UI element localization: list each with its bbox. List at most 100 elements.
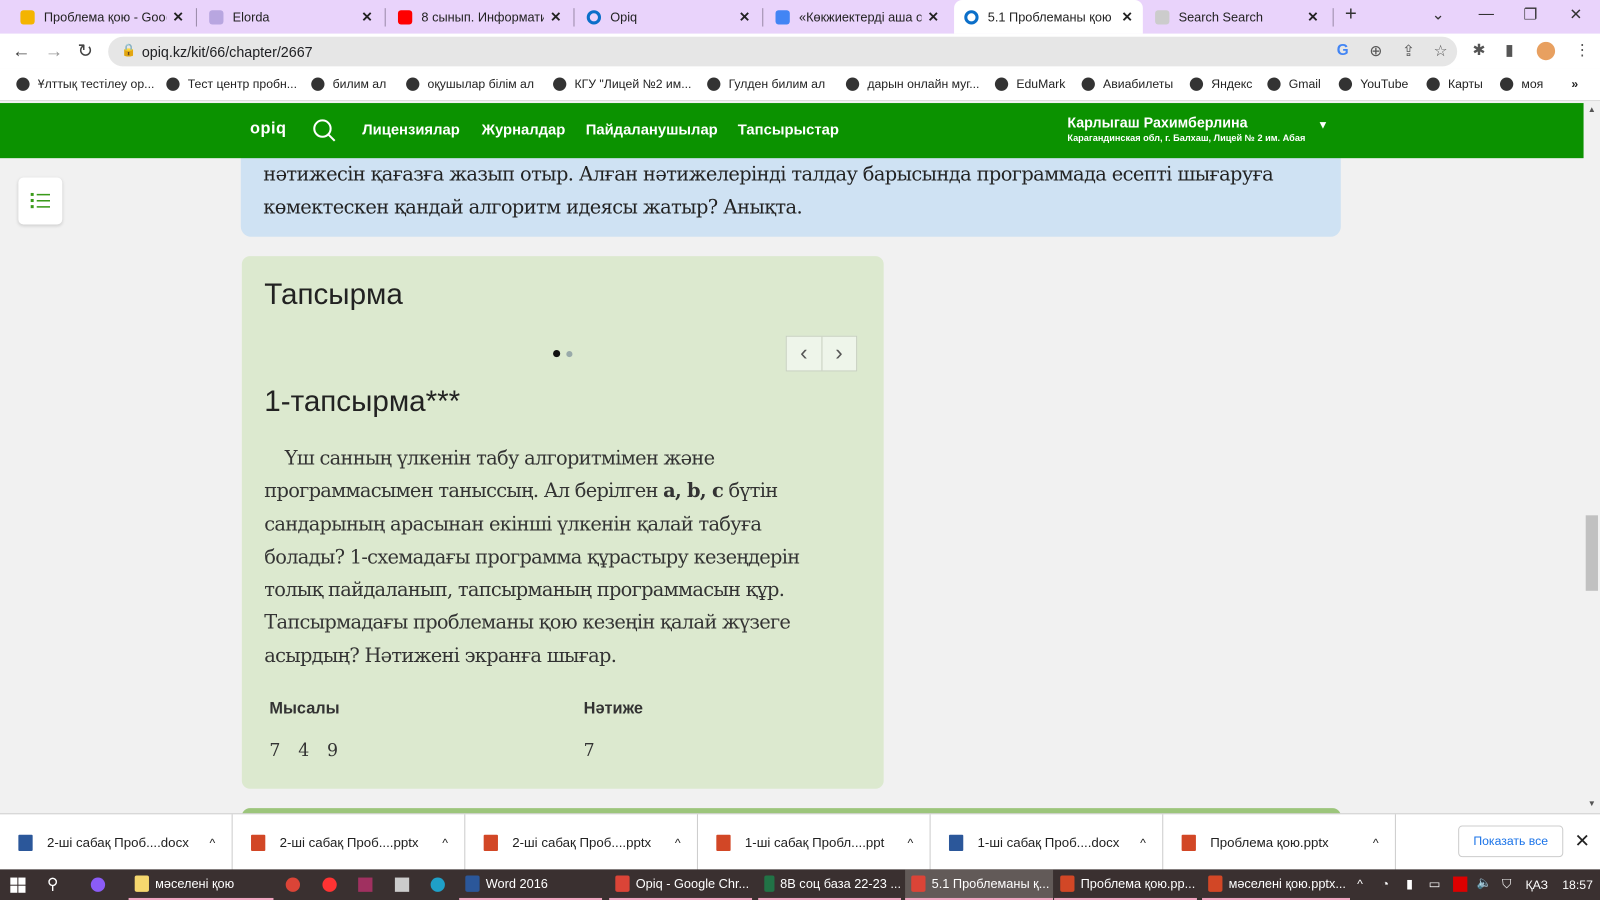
next-slide-button[interactable]: ›	[822, 337, 856, 371]
close-downloads-icon[interactable]: ✕	[1574, 831, 1589, 852]
bookmark-item[interactable]: Гулден билим ал	[707, 77, 825, 91]
url-text[interactable]: opiq.kz/kit/66/chapter/2667	[142, 44, 313, 60]
table-of-contents-button[interactable]	[18, 177, 63, 225]
share-icon[interactable]: ⇪	[1402, 42, 1415, 60]
chevron-up-icon[interactable]: ^	[675, 835, 681, 849]
back-icon[interactable]: ←	[12, 41, 30, 62]
taskbar-app[interactable]: 5.1 Проблеманы қ...	[905, 869, 1054, 900]
slide-dot-active[interactable]	[553, 349, 561, 358]
taskbar-app[interactable]: мәселені қою	[128, 869, 274, 900]
google-lens-icon[interactable]: G	[1337, 42, 1349, 59]
show-all-downloads-button[interactable]: Показать все	[1458, 825, 1564, 858]
language-indicator[interactable]: ҚАЗ	[1526, 878, 1549, 892]
nav-users[interactable]: Пайдаланушылар	[586, 122, 718, 138]
extensions-icon[interactable]: ✱	[1472, 41, 1485, 59]
browser-tab[interactable]: Opiq ✕	[577, 0, 761, 34]
bookmark-item[interactable]: оқушылар білім ал	[406, 77, 534, 91]
minimize-icon[interactable]: —	[1479, 5, 1494, 22]
clock[interactable]: 18:57	[1562, 878, 1593, 892]
scrollbar[interactable]: ▲ ▼	[1583, 103, 1600, 814]
taskbar-app[interactable]: Проблема қою.pp...	[1054, 869, 1197, 900]
scrollbar-thumb[interactable]	[1585, 515, 1598, 591]
volume-icon[interactable]: 🔈	[1477, 876, 1492, 890]
address-bar[interactable]: 🔒 opiq.kz/kit/66/chapter/2667 G ⊕ ⇪ ☆	[108, 36, 1458, 67]
browser-tab[interactable]: Elorda ✕	[199, 0, 383, 34]
side-panel-icon[interactable]: ▮	[1505, 41, 1513, 59]
zoom-icon[interactable]: ⊕	[1369, 42, 1382, 60]
bookmark-item[interactable]: Gmail	[1267, 77, 1321, 91]
battery-icon[interactable]: ▭	[1429, 877, 1441, 891]
download-item[interactable]: 1-ші сабақ Пробл....ppt ^	[698, 814, 931, 871]
python-icon[interactable]	[394, 877, 410, 892]
close-window-icon[interactable]: ✕	[1569, 5, 1582, 23]
alice-assistant-icon[interactable]	[90, 877, 106, 892]
yandex-browser-icon[interactable]	[322, 877, 337, 892]
chevron-up-icon[interactable]: ^	[1140, 835, 1146, 849]
scroll-up-icon[interactable]: ▲	[1588, 105, 1596, 114]
nav-journals[interactable]: Журналдар	[482, 122, 566, 138]
bookmark-item[interactable]: билим ал	[311, 77, 386, 91]
tray-expand-icon[interactable]: ^	[1357, 877, 1363, 891]
restore-icon[interactable]: ❐	[1523, 5, 1537, 23]
tab-search-icon[interactable]: ⌄	[1432, 5, 1445, 23]
taskbar-app[interactable]: Word 2016	[459, 869, 603, 900]
forward-icon[interactable]: →	[45, 41, 63, 62]
browser-tab[interactable]: Search Search ✕	[1145, 0, 1329, 34]
winrar-icon[interactable]	[358, 877, 373, 892]
bookmark-star-icon[interactable]: ☆	[1434, 42, 1448, 60]
bookmark-item[interactable]: YouTube	[1338, 77, 1408, 91]
prev-slide-button[interactable]: ‹	[787, 336, 822, 371]
search-icon[interactable]	[312, 118, 336, 142]
more-bookmarks-icon[interactable]: »	[1571, 77, 1578, 91]
bookmark-item[interactable]: Яндекс	[1189, 77, 1252, 91]
download-item[interactable]: 2-ші сабақ Проб....docx ^	[0, 814, 233, 871]
bookmark-item[interactable]: моя	[1499, 77, 1543, 91]
slide-dot[interactable]	[566, 351, 573, 358]
opiq-logo[interactable]: opiq	[250, 120, 286, 138]
chrome-icon[interactable]	[285, 877, 300, 892]
download-item[interactable]: 2-ші сабақ Проб....pptx ^	[465, 814, 698, 871]
user-menu[interactable]: Карлыгаш Рахимберлина Карагандинская обл…	[1067, 114, 1305, 143]
profile-avatar[interactable]	[1536, 41, 1556, 61]
close-tab-icon[interactable]: ✕	[1307, 9, 1318, 25]
bookmark-item[interactable]: КГУ "Лицей №2 им...	[553, 77, 691, 91]
close-tab-icon[interactable]: ✕	[361, 9, 372, 25]
windows-start-icon[interactable]	[10, 877, 26, 893]
close-tab-icon[interactable]: ✕	[928, 9, 939, 25]
taskbar-app[interactable]: 8В соц база 22-23 ...	[758, 869, 902, 900]
browser-tab[interactable]: 5.1 Проблеманы қою - ✕	[954, 0, 1143, 34]
close-tab-icon[interactable]: ✕	[550, 9, 561, 25]
scroll-down-icon[interactable]: ▼	[1588, 799, 1596, 808]
chevron-up-icon[interactable]: ^	[210, 835, 216, 849]
download-item[interactable]: 1-ші сабақ Проб....docx ^	[931, 814, 1164, 871]
microphone-icon[interactable]: ▮	[1406, 877, 1413, 891]
search-icon[interactable]: ⚲	[47, 874, 58, 893]
reload-icon[interactable]: ↻	[78, 41, 93, 62]
taskbar-app[interactable]: мәселені қою.pptx...	[1202, 869, 1350, 900]
new-tab-icon[interactable]: +	[1345, 3, 1357, 26]
tray-app-icon[interactable]	[1453, 876, 1468, 892]
bookmark-item[interactable]: EduMark	[994, 77, 1065, 91]
bookmark-item[interactable]: дарын онлайн муг...	[845, 77, 979, 91]
bookmark-item[interactable]: Ұлттық тестілеу ор...	[16, 77, 154, 91]
close-tab-icon[interactable]: ✕	[1122, 9, 1133, 25]
bookmark-item[interactable]: Карты	[1426, 77, 1483, 91]
taskbar-app[interactable]: Opiq - Google Chr...	[609, 869, 753, 900]
wifi-icon[interactable]: ◔	[1382, 877, 1389, 891]
chevron-up-icon[interactable]: ^	[908, 835, 914, 849]
chevron-up-icon[interactable]: ^	[442, 835, 448, 849]
nav-orders[interactable]: Тапсырыстар	[738, 122, 839, 138]
bookmark-item[interactable]: Тест центр пробн...	[166, 77, 297, 91]
download-item[interactable]: 2-ші сабақ Проб....pptx ^	[233, 814, 466, 871]
close-tab-icon[interactable]: ✕	[173, 9, 184, 25]
download-item[interactable]: Проблема қою.pptx ^	[1163, 814, 1396, 871]
chevron-down-icon[interactable]: ▼	[1317, 119, 1328, 131]
nav-licenses[interactable]: Лицензиялар	[362, 122, 459, 138]
browser-tab[interactable]: 8 сынып. Информатика ✕	[388, 0, 572, 34]
menu-icon[interactable]: ⋮	[1574, 41, 1589, 59]
browser-tab[interactable]: «Көкжиектерді аша отырып ✕	[765, 0, 949, 34]
close-tab-icon[interactable]: ✕	[739, 9, 750, 25]
security-icon[interactable]: ⛉	[1502, 877, 1511, 892]
edge-icon[interactable]	[430, 877, 445, 892]
chevron-up-icon[interactable]: ^	[1373, 835, 1379, 849]
